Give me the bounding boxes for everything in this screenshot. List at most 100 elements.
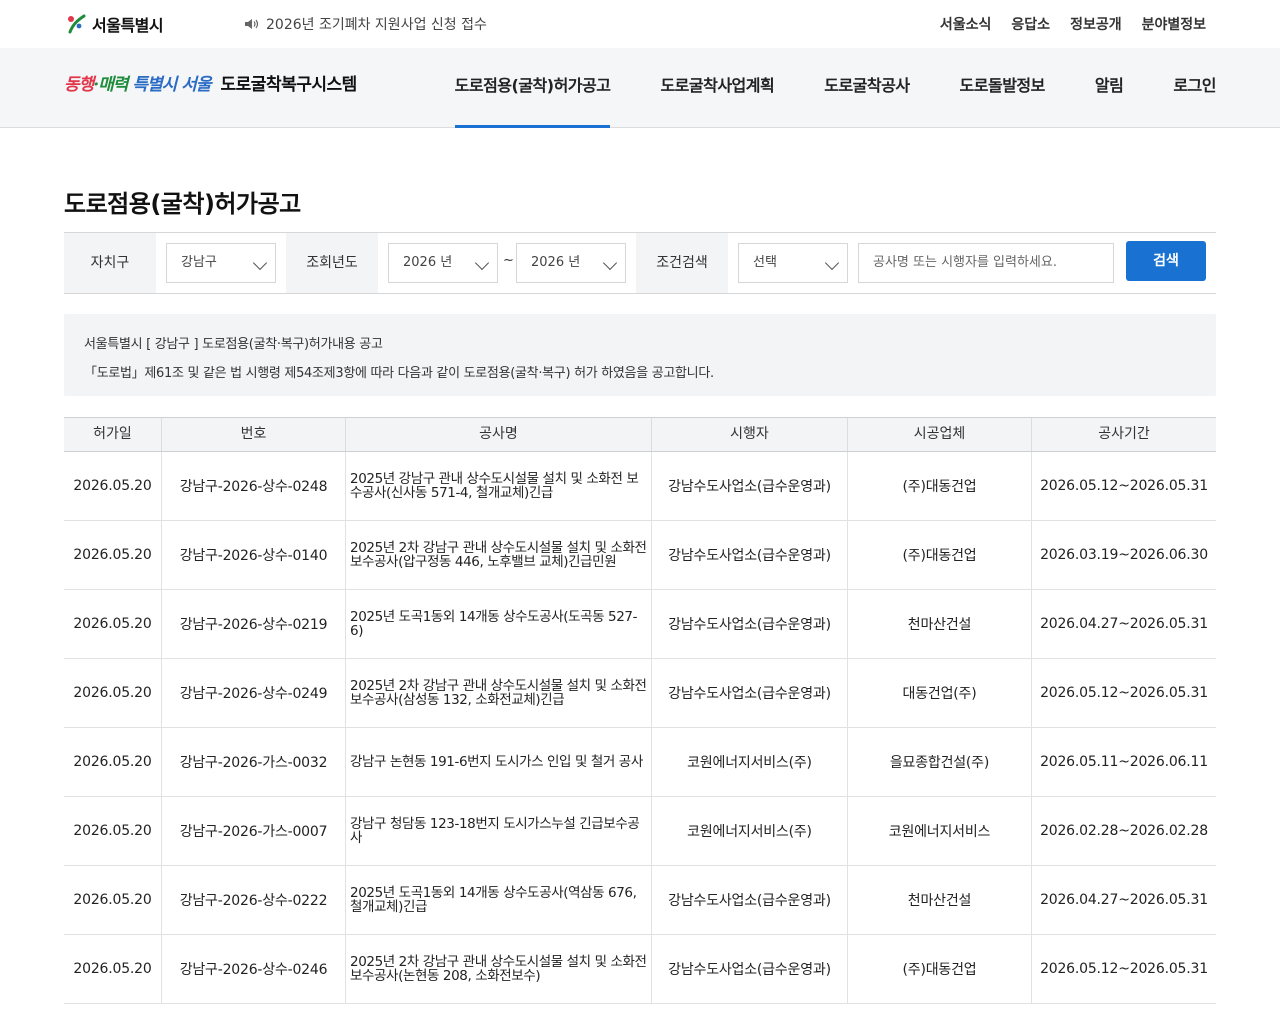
cell-executor: 강남수도사업소(급수운영과)	[652, 659, 848, 727]
permit-table: 허가일 번호 공사명 시행자 시공업체 공사기간 2026.05.20 강남구-2…	[64, 417, 1216, 1004]
cell-permit-date: 2026.05.20	[64, 935, 162, 1003]
year-to-select[interactable]: 2026 년	[516, 243, 626, 283]
nav-login[interactable]: 로그인	[1173, 48, 1216, 128]
cell-executor: 강남수도사업소(급수운영과)	[652, 521, 848, 589]
col-header-contractor: 시공업체	[848, 418, 1032, 451]
cell-work-name[interactable]: 강남구 논현동 191-6번지 도시가스 인입 및 철거 공사	[346, 728, 652, 796]
main-header: 동행·매력 특별시 서울 도로굴착복구시스템 도로점용(굴착)허가공고 도로굴착…	[0, 48, 1280, 128]
cell-contractor: 천마산건설	[848, 866, 1032, 934]
cell-contractor: 천마산건설	[848, 590, 1032, 658]
cell-permit-date: 2026.05.20	[64, 521, 162, 589]
col-header-number: 번호	[162, 418, 346, 451]
district-label: 자치구	[64, 233, 156, 293]
chevron-down-icon	[474, 255, 490, 271]
nav-excavation-work[interactable]: 도로굴착공사	[824, 48, 910, 128]
seoul-logo[interactable]: 서울특별시	[64, 10, 164, 38]
table-body: 2026.05.20 강남구-2026-상수-0248 2025년 강남구 관내 상…	[64, 452, 1216, 1004]
cell-period: 2026.05.12~2026.05.31	[1040, 478, 1208, 494]
cell-contractor: (주)대동건업	[848, 452, 1032, 520]
cell-permit-date: 2026.05.20	[64, 797, 162, 865]
cell-contractor: (주)대동건업	[848, 935, 1032, 1003]
speaker-icon	[245, 19, 259, 29]
util-link-seoul-news[interactable]: 서울소식	[940, 14, 992, 34]
table-row[interactable]: 2026.05.20 강남구-2026-상수-0222 2025년 도곡1동외 14…	[64, 866, 1216, 935]
brand-logo[interactable]: 동행·매력 특별시 서울 도로굴착복구시스템	[64, 70, 357, 95]
notice-info-line-1: 서울특별시 [ 강남구 ] 도로점용(굴착·복구)허가내용 공고	[84, 337, 383, 352]
cell-number: 강남구-2026-상수-0246	[162, 935, 346, 1003]
table-row[interactable]: 2026.05.20 강남구-2026-가스-0032 강남구 논현동 191-6번…	[64, 728, 1216, 797]
cell-contractor: 을묘종합건설(주)	[848, 728, 1032, 796]
condition-label: 조건검색	[636, 233, 728, 293]
cell-number: 강남구-2026-가스-0007	[162, 797, 346, 865]
global-nav: 도로점용(굴착)허가공고 도로굴착사업계획 도로굴착공사 도로돌발정보 알림 로…	[454, 48, 1216, 128]
search-bar: 자치구 강남구 조회년도 2026 년 ~ 2026 년 조건검색 선택 공사명…	[64, 232, 1216, 294]
notice-info-box: 서울특별시 [ 강남구 ] 도로점용(굴착·복구)허가내용 공고 「도로법」제6…	[64, 314, 1216, 396]
cell-period: 2026.05.12~2026.05.31	[1040, 961, 1208, 977]
system-title: 도로굴착복구시스템	[220, 75, 358, 95]
notice-text: 2026년 조기폐차 지원사업 신청 접수	[266, 17, 487, 33]
cell-number: 강남구-2026-가스-0032	[162, 728, 346, 796]
chevron-down-icon	[252, 255, 268, 271]
nav-excavation-plan[interactable]: 도로굴착사업계획	[660, 48, 774, 128]
col-header-work-name: 공사명	[346, 418, 652, 451]
table-row[interactable]: 2026.05.20 강남구-2026-상수-0248 2025년 강남구 관내 상…	[64, 452, 1216, 521]
col-header-permit-date: 허가일	[64, 418, 162, 451]
cell-number: 강남구-2026-상수-0222	[162, 866, 346, 934]
cell-permit-date: 2026.05.20	[64, 452, 162, 520]
cell-number: 강남구-2026-상수-0248	[162, 452, 346, 520]
search-button[interactable]: 검색	[1126, 241, 1206, 281]
cell-permit-date: 2026.05.20	[64, 728, 162, 796]
table-row[interactable]: 2026.05.20 강남구-2026-가스-0007 강남구 청담동 123-18…	[64, 797, 1216, 866]
cell-executor: 강남수도사업소(급수운영과)	[652, 452, 848, 520]
cell-work-name[interactable]: 2025년 강남구 관내 상수도시설물 설치 및 소화전 보수공사(신사동 57…	[346, 452, 652, 520]
notice-info-line-2: 「도로법」제61조 및 같은 법 시행령 제54조제3항에 따라 다음과 같이 …	[84, 366, 714, 381]
table-row[interactable]: 2026.05.20 강남구-2026-상수-0219 2025년 도곡1동외 14…	[64, 590, 1216, 659]
col-header-period: 공사기간	[1098, 426, 1150, 442]
cell-work-name[interactable]: 2025년 2차 강남구 관내 상수도시설물 설치 및 소화전 보수공사(논현동…	[346, 935, 652, 1003]
cell-executor: 코원에너지서비스(주)	[652, 728, 848, 796]
table-header: 허가일 번호 공사명 시행자 시공업체 공사기간	[64, 417, 1216, 452]
util-link-info-disclosure[interactable]: 정보공개	[1070, 14, 1122, 34]
cell-executor: 강남수도사업소(급수운영과)	[652, 935, 848, 1003]
nav-road-permit-notice[interactable]: 도로점용(굴착)허가공고	[454, 48, 611, 128]
table-row[interactable]: 2026.05.20 강남구-2026-상수-0246 2025년 2차 강남구 관…	[64, 935, 1216, 1004]
year-range-separator: ~	[503, 253, 514, 268]
cell-work-name[interactable]: 2025년 2차 강남구 관내 상수도시설물 설치 및 소화전 보수공사(압구정…	[346, 521, 652, 589]
cell-permit-date: 2026.05.20	[64, 866, 162, 934]
seoul-emblem-icon	[68, 14, 86, 34]
cell-contractor: (주)대동건업	[848, 521, 1032, 589]
cell-work-name[interactable]: 2025년 2차 강남구 관내 상수도시설물 설치 및 소화전 보수공사(삼성동…	[346, 659, 652, 727]
table-row[interactable]: 2026.05.20 강남구-2026-상수-0249 2025년 2차 강남구 관…	[64, 659, 1216, 728]
cell-period: 2026.03.19~2026.06.30	[1040, 547, 1208, 563]
cell-period: 2026.02.28~2026.02.28	[1040, 823, 1208, 839]
cell-work-name[interactable]: 2025년 도곡1동외 14개동 상수도공사(도곡동 527-6)	[346, 590, 652, 658]
table-row[interactable]: 2026.05.20 강남구-2026-상수-0140 2025년 2차 강남구 관…	[64, 521, 1216, 590]
seoul-logo-text: 서울특별시	[92, 16, 164, 35]
top-utility-bar: 서울특별시 2026년 조기폐차 지원사업 신청 접수 서울소식 응답소 정보공…	[0, 0, 1280, 48]
util-link-eungdapso[interactable]: 응답소	[1011, 14, 1050, 34]
year-from-select[interactable]: 2026 년	[388, 243, 498, 283]
condition-select[interactable]: 선택	[738, 243, 848, 283]
year-label: 조회년도	[286, 233, 378, 293]
cell-permit-date: 2026.05.20	[64, 590, 162, 658]
cell-work-name[interactable]: 강남구 청담동 123-18번지 도시가스누설 긴급보수공사	[346, 797, 652, 865]
cell-executor: 강남수도사업소(급수운영과)	[652, 590, 848, 658]
cell-period: 2026.04.27~2026.05.31	[1040, 616, 1208, 632]
district-select[interactable]: 강남구	[166, 243, 276, 283]
nav-notice[interactable]: 알림	[1095, 48, 1124, 128]
brand-slogan: 동행·매력 특별시 서울	[64, 75, 212, 95]
util-link-field-info[interactable]: 분야별정보	[1142, 14, 1206, 34]
cell-work-name[interactable]: 2025년 도곡1동외 14개동 상수도공사(역삼동 676, 철개교체)긴급	[346, 866, 652, 934]
cell-period: 2026.05.12~2026.05.31	[1040, 685, 1208, 701]
utility-menu: 서울소식 응답소 정보공개 분야별정보	[940, 14, 1206, 34]
chevron-down-icon	[824, 255, 840, 271]
chevron-down-icon	[602, 255, 618, 271]
col-header-executor: 시행자	[652, 418, 848, 451]
cell-period: 2026.04.27~2026.05.31	[1040, 892, 1208, 908]
page-title: 도로점용(굴착)허가공고	[64, 190, 301, 218]
notice-ticker[interactable]: 2026년 조기폐차 지원사업 신청 접수	[244, 14, 487, 34]
cell-period: 2026.05.11~2026.06.11	[1040, 754, 1208, 770]
nav-road-incident[interactable]: 도로돌발정보	[960, 48, 1046, 128]
cell-number: 강남구-2026-상수-0140	[162, 521, 346, 589]
keyword-input[interactable]: 공사명 또는 시행자를 입력하세요.	[858, 243, 1114, 283]
